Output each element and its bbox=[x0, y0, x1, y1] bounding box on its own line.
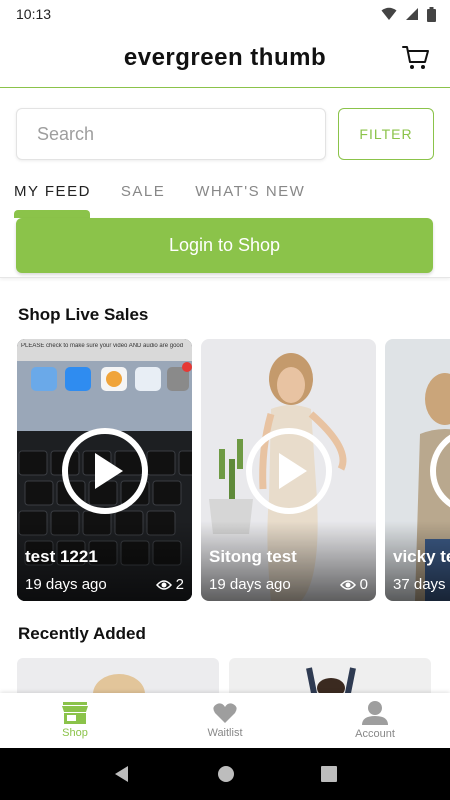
cart-button[interactable] bbox=[400, 42, 432, 74]
app-title: evergreen thumb bbox=[123, 43, 327, 71]
status-time: 10:13 bbox=[16, 6, 52, 22]
nav-waitlist-label: Waitlist bbox=[207, 727, 243, 739]
tab-sale[interactable]: SALE bbox=[121, 174, 165, 218]
store-icon bbox=[62, 702, 88, 724]
back-icon[interactable] bbox=[113, 765, 131, 783]
status-icons bbox=[381, 6, 436, 22]
card-time: 19 days ago bbox=[25, 576, 107, 593]
view-count: 0 bbox=[359, 576, 368, 593]
search-input[interactable] bbox=[16, 108, 326, 160]
tab-whats-new[interactable]: WHAT'S NEW bbox=[195, 174, 305, 218]
product-card[interactable] bbox=[17, 658, 219, 694]
nav-waitlist[interactable]: Waitlist bbox=[150, 693, 300, 748]
app-header: evergreen thumb bbox=[0, 28, 450, 88]
person-icon bbox=[362, 701, 388, 725]
home-icon[interactable] bbox=[217, 765, 235, 783]
product-image bbox=[229, 658, 431, 694]
signal-icon bbox=[406, 8, 418, 20]
product-card[interactable] bbox=[229, 658, 431, 694]
heart-icon bbox=[213, 703, 237, 723]
card-title: Sitong test bbox=[209, 547, 297, 566]
card-title: test 1221 bbox=[25, 547, 98, 566]
card-title: vicky te bbox=[393, 547, 450, 566]
live-sale-card[interactable]: Sitong test 19 days ago 0 bbox=[201, 339, 376, 601]
live-sales-carousel[interactable]: PLEASE check to make sure your video AND… bbox=[17, 339, 450, 601]
login-bar: Login to Shop bbox=[0, 218, 450, 278]
play-icon[interactable] bbox=[61, 427, 149, 515]
recents-icon[interactable] bbox=[321, 766, 337, 782]
card-views: 2 bbox=[155, 576, 184, 593]
live-sale-card[interactable]: vicky te 37 days bbox=[385, 339, 450, 601]
filter-button[interactable]: FILTER bbox=[338, 108, 434, 160]
eye-icon bbox=[339, 579, 356, 590]
login-to-shop-button[interactable]: Login to Shop bbox=[16, 218, 433, 273]
status-bar: 10:13 bbox=[0, 0, 450, 28]
live-sale-card[interactable]: PLEASE check to make sure your video AND… bbox=[17, 339, 192, 601]
card-notice: PLEASE check to make sure your video AND… bbox=[21, 343, 184, 349]
system-navigation-bar bbox=[0, 748, 450, 800]
product-image bbox=[17, 658, 219, 694]
live-sales-title: Shop Live Sales bbox=[18, 305, 149, 324]
battery-icon bbox=[427, 6, 436, 22]
card-time: 37 days bbox=[393, 576, 446, 593]
nav-shop[interactable]: Shop bbox=[0, 693, 150, 748]
play-icon[interactable] bbox=[245, 427, 333, 515]
nav-account-label: Account bbox=[355, 728, 395, 740]
search-row: FILTER bbox=[16, 108, 434, 160]
wifi-icon bbox=[381, 7, 397, 20]
bottom-navigation: Shop Waitlist Account bbox=[0, 693, 450, 748]
card-views: 0 bbox=[339, 576, 368, 593]
eye-icon bbox=[155, 579, 172, 590]
active-tab-indicator bbox=[14, 210, 90, 218]
play-icon[interactable] bbox=[429, 427, 450, 515]
nav-account[interactable]: Account bbox=[300, 693, 450, 748]
nav-shop-label: Shop bbox=[62, 727, 88, 739]
recently-added-title: Recently Added bbox=[18, 624, 146, 643]
card-time: 19 days ago bbox=[209, 576, 291, 593]
cart-icon bbox=[402, 46, 429, 69]
recently-added-carousel[interactable] bbox=[17, 658, 450, 694]
view-count: 2 bbox=[175, 576, 184, 593]
